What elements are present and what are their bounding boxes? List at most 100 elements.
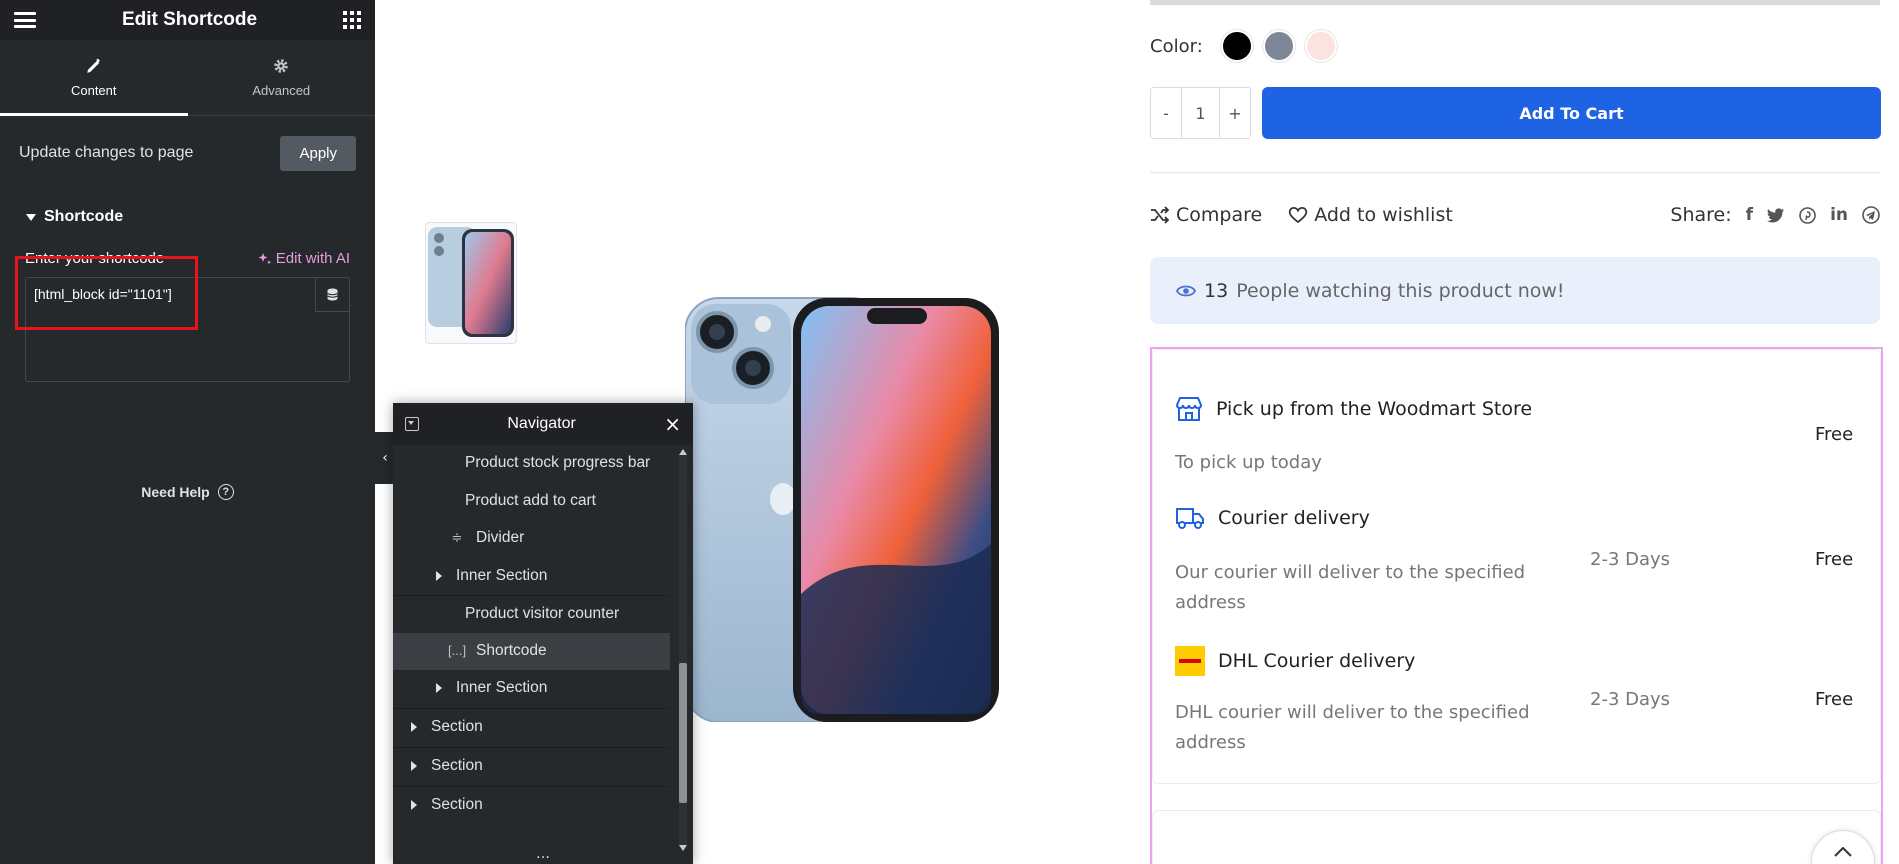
navigator-item[interactable]: Product visitor counter <box>393 595 670 633</box>
product-main-image[interactable] <box>684 294 1005 723</box>
caret-right-icon[interactable] <box>411 800 417 810</box>
linkedin-icon[interactable]: in <box>1830 205 1848 225</box>
wishlist-label: Add to wishlist <box>1314 204 1453 226</box>
delivery-courier-price: Free <box>1815 549 1854 570</box>
pinterest-icon[interactable] <box>1799 206 1816 224</box>
swatch-black[interactable] <box>1220 30 1253 62</box>
add-to-cart-button[interactable]: Add To Cart <box>1262 87 1881 139</box>
navigator-item[interactable]: Product add to cart <box>393 483 670 521</box>
edit-with-ai-label: Edit with AI <box>275 250 350 267</box>
section-title: Shortcode <box>44 208 124 225</box>
collapse-panel-button[interactable]: ‹ <box>375 432 395 484</box>
shuffle-icon <box>1151 206 1170 224</box>
twitter-icon[interactable] <box>1767 207 1785 223</box>
menu-icon[interactable] <box>14 12 36 28</box>
navigator-item[interactable]: Section <box>393 746 670 786</box>
iphone-image <box>684 297 999 723</box>
divider <box>1150 172 1880 173</box>
delivery-pickup-title: Pick up from the Woodmart Store <box>1175 396 1532 422</box>
navigator-item-label: Inner Section <box>456 679 548 697</box>
navigator-item-label: Inner Section <box>456 566 548 584</box>
swatch-pink[interactable] <box>1304 30 1337 62</box>
product-actions-left: Compare Add to wishlist <box>1150 204 1453 226</box>
navigator-item-label: Product stock progress bar <box>465 454 651 472</box>
delivery-dhl-title: DHL Courier delivery <box>1175 646 1415 676</box>
collapse-all-icon[interactable] <box>405 417 419 431</box>
navigator-item[interactable]: Product stock progress bar <box>393 445 670 483</box>
watching-count: 13 <box>1204 279 1229 302</box>
qty-plus-button[interactable]: + <box>1220 88 1250 138</box>
navigator-header[interactable]: Navigator × <box>393 403 693 445</box>
close-icon[interactable]: × <box>664 414 681 434</box>
navigator-item-selected[interactable]: [...] Shortcode <box>393 632 670 670</box>
tab-content-label: Content <box>70 83 117 98</box>
navigator-item-label: Section <box>431 718 483 735</box>
navigator-item-label: Divider <box>476 529 525 547</box>
product-actions: Compare Add to wishlist Share: f in <box>1150 202 1880 228</box>
caret-right-icon[interactable] <box>436 683 442 694</box>
panel-header: Edit Shortcode <box>0 0 375 40</box>
tab-advanced-label: Advanced <box>252 83 311 98</box>
heart-icon <box>1288 206 1308 224</box>
compare-label: Compare <box>1176 204 1263 226</box>
qty-input[interactable]: 1 <box>1181 88 1220 138</box>
delivery-courier-title: Courier delivery <box>1175 506 1370 530</box>
scrollbar-thumb[interactable] <box>679 663 687 803</box>
navigator-item[interactable]: Section <box>393 785 670 825</box>
section-toggle-shortcode[interactable]: Shortcode <box>0 190 375 244</box>
caret-right-icon[interactable] <box>411 722 417 732</box>
delivery-dhl-price: Free <box>1815 689 1854 710</box>
delivery-courier-days: 2-3 Days <box>1590 549 1671 570</box>
watching-text: People watching this product now! <box>1236 279 1565 302</box>
navigator-item[interactable]: Inner Section <box>393 558 670 596</box>
navigator-title: Navigator <box>507 415 576 432</box>
delivery-dhl-days: 2-3 Days <box>1590 689 1671 710</box>
share-label: Share: <box>1670 204 1732 226</box>
color-label: Color: <box>1150 35 1203 57</box>
stock-progress-bar <box>1150 0 1880 5</box>
qty-minus-button[interactable]: - <box>1151 88 1181 138</box>
chevron-up-icon <box>1834 847 1852 857</box>
tab-advanced[interactable]: Advanced <box>188 40 376 115</box>
widgets-grid-icon[interactable] <box>343 11 361 29</box>
navigator-item-label: Product add to cart <box>465 491 596 509</box>
question-icon: ? <box>217 484 234 500</box>
database-icon <box>327 288 338 301</box>
panel-tabs: Content Advanced <box>0 40 375 116</box>
navigator-item[interactable]: Section <box>393 707 670 747</box>
need-help-label: Need Help <box>141 484 210 500</box>
facebook-icon[interactable]: f <box>1746 205 1753 225</box>
chevron-left-icon: ‹ <box>382 450 388 466</box>
edit-with-ai-button[interactable]: Edit with AI <box>258 250 350 267</box>
pencil-icon <box>87 58 100 73</box>
panel-title: Edit Shortcode <box>121 9 258 30</box>
navigator-scrollbar[interactable] <box>676 449 690 851</box>
compare-button[interactable]: Compare <box>1150 204 1262 226</box>
navigator-item-label: Product visitor counter <box>465 604 620 622</box>
apply-button[interactable]: Apply <box>280 135 356 171</box>
navigator-item[interactable]: ≑ Divider <box>393 520 670 558</box>
gear-icon <box>274 59 288 73</box>
need-help-link[interactable]: Need Help ? <box>0 484 375 500</box>
product-thumbnail[interactable] <box>425 222 517 344</box>
ai-sparkle-icon <box>258 252 271 264</box>
tab-content[interactable]: Content <box>0 40 188 116</box>
dynamic-tags-button[interactable] <box>315 278 349 312</box>
color-selector: Color: <box>1150 30 1337 62</box>
caret-right-icon[interactable] <box>411 761 417 771</box>
update-row: Update changes to page Apply <box>0 116 375 190</box>
quantity-stepper: - 1 + <box>1150 87 1251 139</box>
navigator-window[interactable]: Navigator × Product stock progress bar P… <box>393 403 693 864</box>
navigator-item[interactable]: Inner Section <box>393 670 670 708</box>
scroll-up-icon[interactable] <box>679 449 687 455</box>
phone-thumbnail-image <box>428 227 514 337</box>
telegram-icon[interactable] <box>1862 206 1880 224</box>
truck-icon <box>1176 508 1204 529</box>
caret-down-icon <box>26 213 36 221</box>
caret-right-icon[interactable] <box>436 570 442 581</box>
divider-icon: ≑ <box>451 530 463 546</box>
resize-handle[interactable]: … <box>393 847 693 864</box>
swatch-gray[interactable] <box>1262 30 1295 62</box>
wishlist-button[interactable]: Add to wishlist <box>1288 204 1453 226</box>
share-links: Share: f in <box>1670 204 1880 226</box>
